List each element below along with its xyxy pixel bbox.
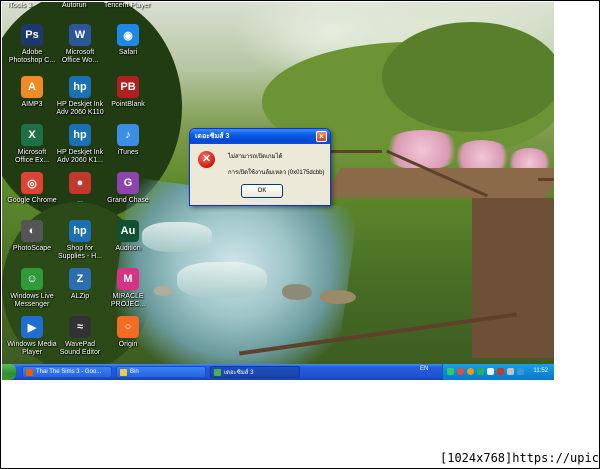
alzip-icon: Z bbox=[69, 268, 91, 290]
watermark-site: https://upic.me/ bbox=[512, 451, 600, 465]
taskbar-item-folder[interactable]: Bin bbox=[116, 366, 206, 378]
ok-button[interactable]: OK bbox=[241, 184, 283, 198]
chrome-icon: ◎ bbox=[21, 172, 43, 194]
pointblank-icon: PB bbox=[117, 76, 139, 98]
dialog-titlebar[interactable]: เดอะซิมส์ 3 bbox=[190, 129, 330, 144]
taskbar-item-label: Bin bbox=[130, 369, 139, 375]
folder-icon bbox=[120, 368, 127, 376]
origin-icon: ○ bbox=[117, 316, 139, 338]
taskbar-item-label: เดอะซิมส์ 3 bbox=[224, 370, 254, 376]
wallpaper-rock bbox=[282, 284, 312, 300]
wallpaper-railing bbox=[538, 178, 554, 181]
messenger-icon: ☺ bbox=[21, 268, 43, 290]
watermark: [1024x768]https://upic.me/ bbox=[440, 451, 600, 465]
dialog-message-line2: การเปิดใช้งานล้มเหลว (0x0175dcbb) bbox=[228, 170, 325, 176]
clock[interactable]: 11:52 bbox=[533, 368, 548, 374]
desktop-icon-label: Safari bbox=[118, 49, 138, 56]
wallpaper-railing bbox=[322, 150, 382, 153]
desktop-label-cut: iTools 3 bbox=[8, 2, 32, 9]
tray-update-icon[interactable] bbox=[467, 368, 474, 375]
language-indicator[interactable]: EN bbox=[420, 366, 428, 372]
desktop-icon-audition[interactable]: Au Audition bbox=[98, 220, 158, 253]
desktop-icon-grand-chase[interactable]: G Grand Chase bbox=[98, 172, 158, 205]
desktop-icon-label: MIRACLE PROJEC... bbox=[110, 293, 146, 308]
app-icon: ● bbox=[69, 172, 91, 194]
tray-network-icon[interactable] bbox=[477, 368, 484, 375]
desktop-icon-label: Origin bbox=[118, 341, 138, 348]
itunes-icon: ♪ bbox=[117, 124, 139, 146]
start-button[interactable] bbox=[2, 364, 16, 380]
desktop-icon-label: Audition bbox=[115, 245, 141, 252]
error-icon: ✕ bbox=[198, 151, 215, 168]
tray-alert-icon[interactable] bbox=[497, 368, 504, 375]
desktop-label-cut: Autorun bbox=[62, 2, 87, 9]
dialog-title: เดอะซิมส์ 3 bbox=[195, 133, 230, 140]
dialog-message-line1: ไม่สามารถเปิดเกมได้ bbox=[228, 154, 283, 160]
desktop-icon-label: iTunes bbox=[117, 149, 139, 156]
hp-shop-icon: hp bbox=[69, 220, 91, 242]
desktop-label-cut: Tencent Player bbox=[104, 2, 151, 9]
firefox-icon bbox=[26, 368, 33, 376]
media-player-icon: ▶ bbox=[21, 316, 43, 338]
tray-app-icon[interactable] bbox=[447, 368, 454, 375]
compass-icon: ◉ bbox=[117, 24, 139, 46]
error-dialog[interactable]: เดอะซิมส์ 3 × ✕ ไม่สามารถเปิดเกมได้ การเ… bbox=[189, 128, 331, 206]
desktop-icon-miracle-project[interactable]: M MIRACLE PROJEC... bbox=[98, 268, 158, 309]
wallpaper-rapids bbox=[177, 262, 267, 298]
wallpaper-tree-cluster bbox=[382, 22, 554, 132]
miracle-icon: M bbox=[117, 268, 139, 290]
tray-antivirus-icon[interactable] bbox=[457, 368, 464, 375]
photoshop-icon: Ps bbox=[21, 24, 43, 46]
grandchase-icon: G bbox=[117, 172, 139, 194]
aimp-icon: A bbox=[21, 76, 43, 98]
desktop-icon-pointblank[interactable]: PB PointBlank bbox=[98, 76, 158, 109]
desktop[interactable]: iTools 3 Autorun Tencent Player Ps Adobe … bbox=[2, 2, 554, 364]
tray-volume-icon[interactable] bbox=[507, 368, 514, 375]
audition-icon: Au bbox=[117, 220, 139, 242]
taskbar-item-browser[interactable]: Thai The Sims 3 - Goo... bbox=[22, 366, 112, 378]
desktop-icon-label: Grand Chase bbox=[107, 197, 149, 204]
close-icon[interactable]: × bbox=[316, 131, 327, 142]
desktop-icon-safari[interactable]: ◉ Safari bbox=[98, 24, 158, 57]
tray-display-icon[interactable] bbox=[517, 368, 524, 375]
printer-icon: hp bbox=[69, 124, 91, 146]
desktop-icon-origin[interactable]: ○ Origin bbox=[98, 316, 158, 349]
word-icon: W bbox=[69, 24, 91, 46]
taskbar: Thai The Sims 3 - Goo... Bin เดอะซิมส์ 3… bbox=[2, 364, 554, 380]
wavepad-icon: ≈ bbox=[69, 316, 91, 338]
system-tray: 11:52 bbox=[442, 364, 554, 380]
taskbar-item-label: Thai The Sims 3 - Goo... bbox=[36, 369, 102, 375]
watermark-resolution: [1024x768] bbox=[440, 451, 513, 465]
desktop-icon-itunes[interactable]: ♪ iTunes bbox=[98, 124, 158, 157]
wallpaper-rock bbox=[320, 290, 356, 304]
excel-icon: X bbox=[21, 124, 43, 146]
wallpaper-steps bbox=[472, 198, 554, 358]
wallpaper-blossom bbox=[382, 130, 462, 170]
photoscape-icon: ◐ bbox=[21, 220, 43, 242]
taskbar-item-sims[interactable]: เดอะซิมส์ 3 bbox=[210, 366, 300, 378]
desktop-icon-label: PointBlank bbox=[111, 101, 145, 108]
printer-icon: hp bbox=[69, 76, 91, 98]
tray-device-icon[interactable] bbox=[487, 368, 494, 375]
sims-icon bbox=[214, 368, 221, 376]
